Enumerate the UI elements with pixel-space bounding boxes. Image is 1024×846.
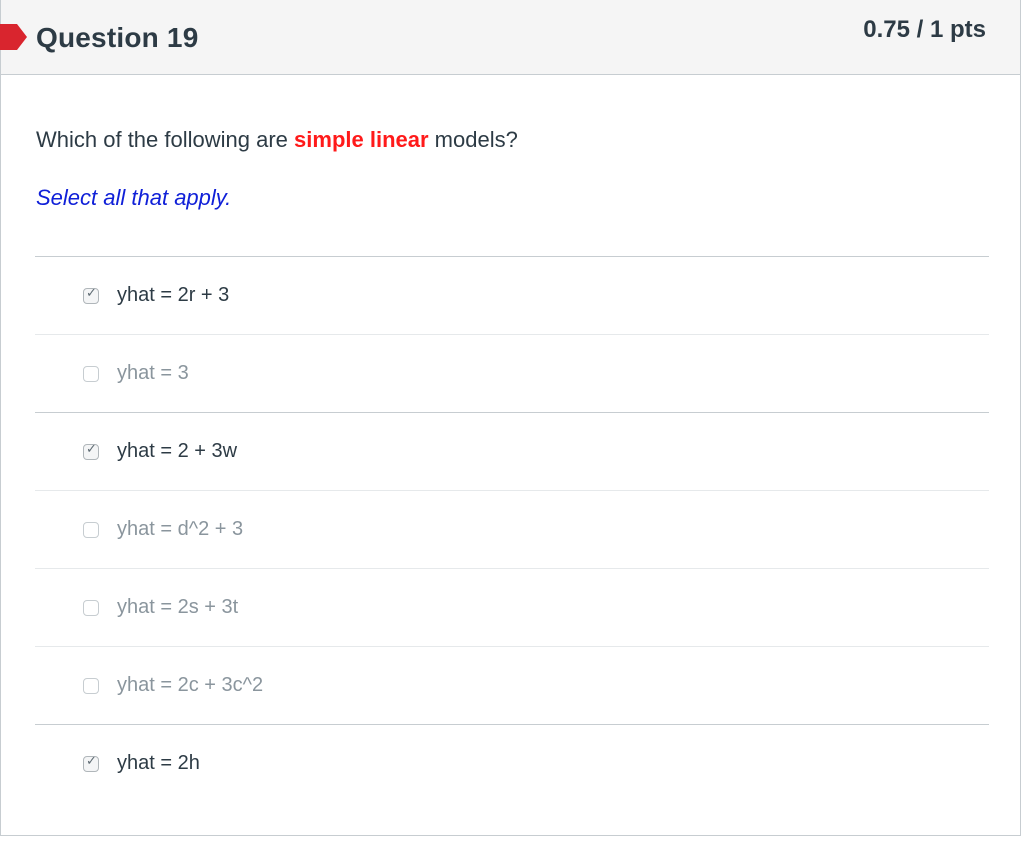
answer-list: ✓ yhat = 2r + 3 yhat = 3 ✓ yhat = 2 + 3w… — [35, 256, 989, 802]
answer-option[interactable]: ✓ yhat = 2 + 3w — [35, 412, 989, 490]
answer-option[interactable]: ✓ yhat = 2r + 3 — [35, 256, 989, 334]
answer-checkbox[interactable]: ✓ — [83, 754, 99, 772]
checkmark-icon: ✓ — [86, 286, 97, 301]
answer-checkbox[interactable] — [83, 366, 99, 382]
answer-label: yhat = 2h — [117, 752, 200, 774]
question-text-emphasis: simple linear — [294, 127, 429, 152]
answer-option[interactable]: yhat = d^2 + 3 — [35, 490, 989, 568]
question-card: Question 19 0.75 / 1 pts Which of the fo… — [0, 0, 1021, 836]
answer-checkbox[interactable]: ✓ — [83, 442, 99, 460]
answer-checkbox[interactable]: ✓ — [83, 286, 99, 304]
answer-label: yhat = 3 — [117, 362, 189, 384]
checkmark-icon: ✓ — [86, 754, 97, 769]
question-points: 0.75 / 1 pts — [863, 16, 986, 43]
question-text-before: Which of the following are — [36, 127, 295, 152]
answer-label: yhat = 2r + 3 — [117, 284, 230, 306]
answer-label: yhat = 2c + 3c^2 — [117, 674, 264, 696]
answer-checkbox[interactable] — [83, 522, 99, 538]
answer-option[interactable]: yhat = 2c + 3c^2 — [35, 646, 989, 724]
answer-option[interactable]: yhat = 3 — [35, 334, 989, 412]
answer-checkbox[interactable] — [83, 600, 99, 616]
flag-marker-icon[interactable] — [0, 20, 29, 54]
question-title: Question 19 — [36, 22, 199, 53]
question-text-after: models? — [428, 127, 518, 152]
answer-label: yhat = 2s + 3t — [117, 596, 239, 618]
answer-label: yhat = 2 + 3w — [117, 440, 238, 462]
answer-checkbox[interactable] — [83, 678, 99, 694]
answer-option[interactable]: yhat = 2s + 3t — [35, 568, 989, 646]
answer-label: yhat = d^2 + 3 — [117, 518, 244, 540]
question-text: Which of the following are simple linear… — [36, 127, 518, 153]
question-instruction: Select all that apply. — [36, 185, 232, 210]
question-header: Question 19 0.75 / 1 pts — [0, 0, 1020, 75]
checkmark-icon: ✓ — [86, 442, 97, 457]
answer-option[interactable]: ✓ yhat = 2h — [35, 724, 989, 802]
